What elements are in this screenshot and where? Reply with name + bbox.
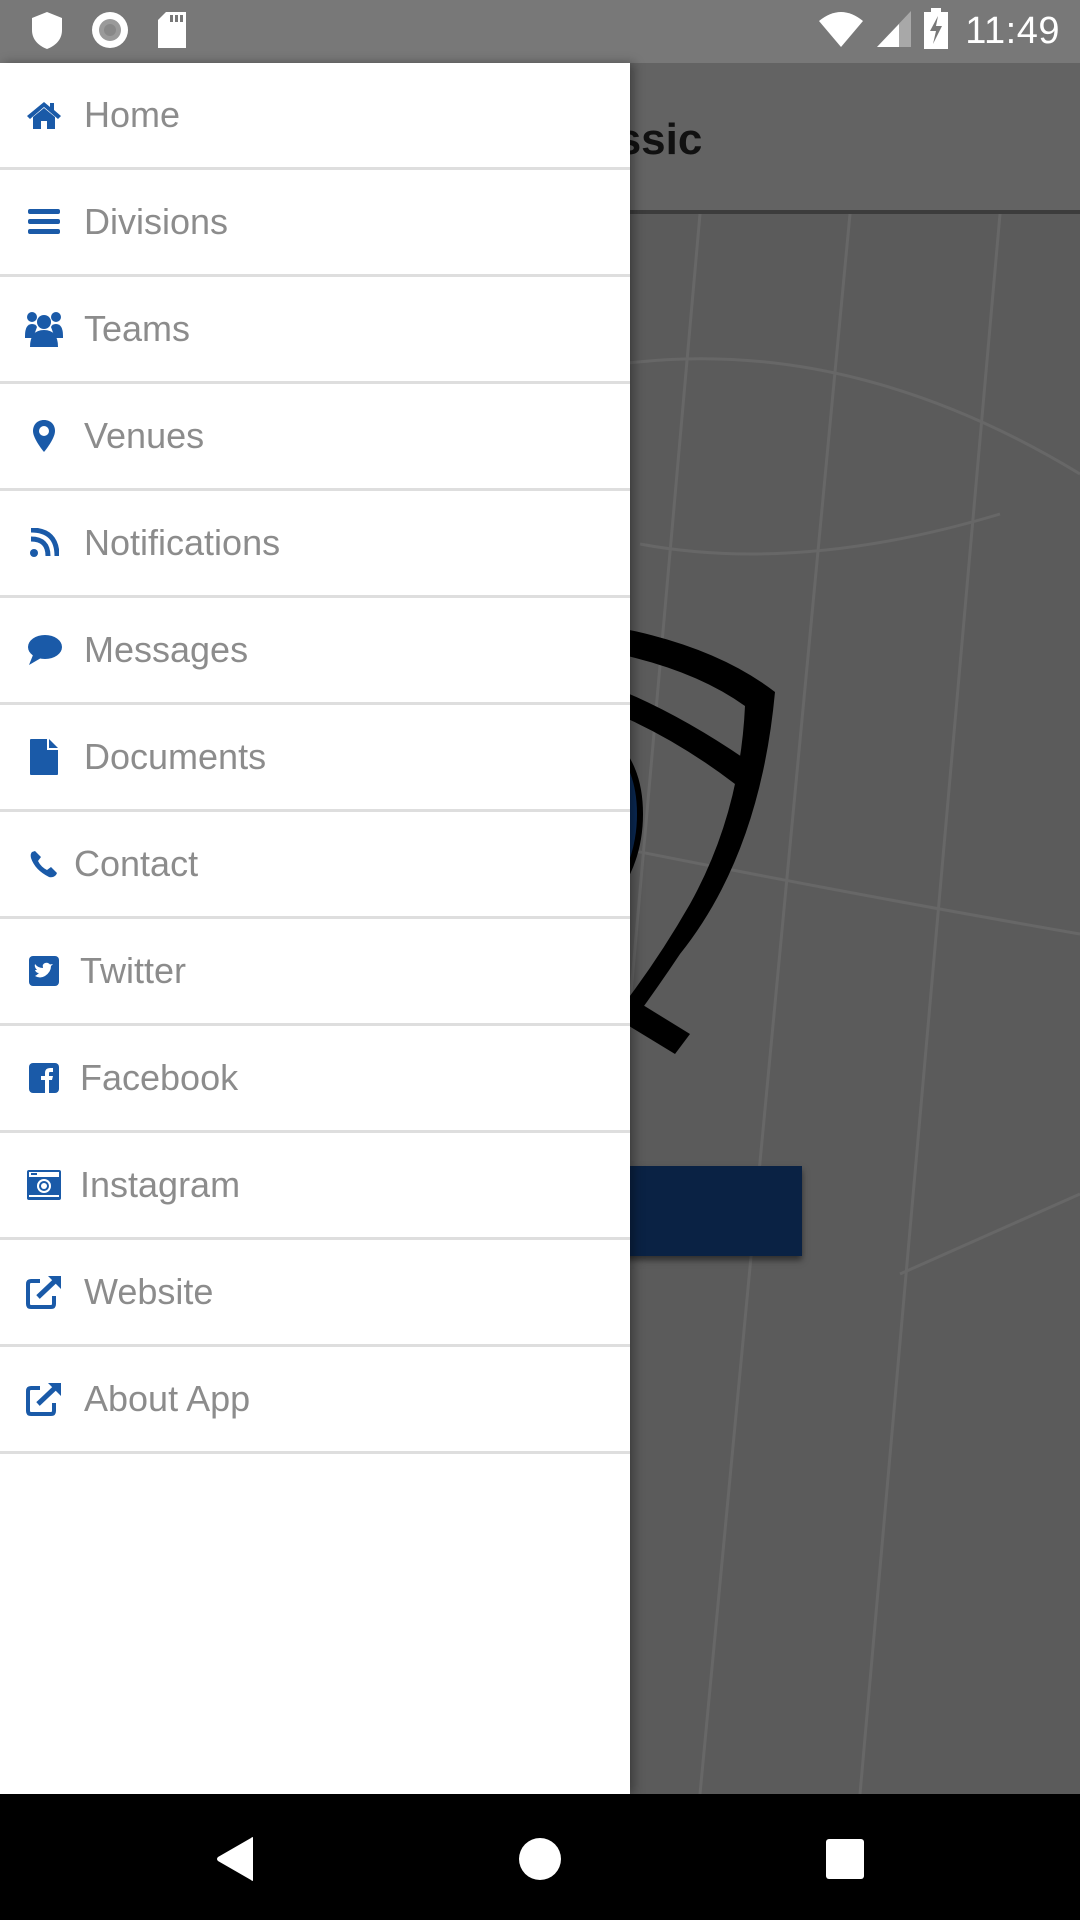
home-button[interactable] [515, 1834, 565, 1884]
drawer-item-documents[interactable]: Documents [0, 705, 630, 812]
home-icon [24, 95, 64, 135]
status-time: 11:49 [965, 9, 1060, 52]
battery-charging-icon [923, 7, 949, 55]
drawer-item-home[interactable]: Home [0, 63, 630, 170]
drawer-item-about-app[interactable]: About App [0, 1347, 630, 1454]
cellular-signal-icon [875, 9, 913, 54]
drawer-item-label: Divisions [84, 201, 229, 242]
drawer-item-label: Teams [84, 308, 191, 349]
back-icon [217, 1837, 253, 1881]
camera-icon [24, 1165, 64, 1205]
drawer-item-divisions[interactable]: Divisions [0, 170, 630, 277]
drawer-item-venues[interactable]: Venues [0, 384, 630, 491]
back-button[interactable] [210, 1834, 260, 1884]
drawer-item-contact[interactable]: Contact [0, 812, 630, 919]
drawer-item-label: Venues [84, 415, 205, 456]
drawer-item-teams[interactable]: Teams [0, 277, 630, 384]
home-circle-icon [519, 1838, 561, 1880]
drawer-menu: Home Divisions Teams Venues Notification… [0, 63, 630, 1454]
shield-icon [30, 10, 64, 55]
drawer-item-label: Website [84, 1271, 214, 1312]
drawer-item-label: Facebook [80, 1057, 239, 1098]
system-nav-bar [0, 1794, 1080, 1920]
status-bar: 11:49 [0, 0, 1080, 63]
rss-icon [24, 523, 64, 563]
comment-icon [24, 630, 64, 670]
phone-icon [24, 844, 64, 884]
drawer-item-twitter[interactable]: Twitter [0, 919, 630, 1026]
navigation-drawer: Home Divisions Teams Venues Notification… [0, 63, 630, 1794]
drawer-item-label: Twitter [80, 950, 187, 991]
drawer-item-website[interactable]: Website [0, 1240, 630, 1347]
facebook-square-icon [24, 1058, 64, 1098]
drawer-item-label: Notifications [84, 522, 281, 563]
list-icon [24, 202, 64, 242]
recents-icon [826, 1839, 864, 1879]
twitter-square-icon [24, 951, 64, 991]
external-link-icon [24, 1272, 64, 1312]
external-link-icon [24, 1379, 64, 1419]
drawer-item-label: Instagram [80, 1164, 241, 1205]
drawer-item-label: Messages [84, 629, 249, 670]
drawer-item-facebook[interactable]: Facebook [0, 1026, 630, 1133]
drawer-item-instagram[interactable]: Instagram [0, 1133, 630, 1240]
drawer-item-label: Contact [74, 843, 199, 884]
recents-button[interactable] [820, 1834, 870, 1884]
wifi-icon [817, 9, 865, 54]
map-marker-icon [24, 416, 64, 456]
drawer-item-label: Home [84, 94, 181, 135]
drawer-item-label: About App [84, 1378, 251, 1419]
drawer-item-label: Documents [84, 736, 267, 777]
drawer-item-messages[interactable]: Messages [0, 598, 630, 705]
file-icon [24, 737, 64, 777]
sd-card-icon [156, 10, 188, 55]
users-icon [24, 309, 64, 349]
record-icon [90, 10, 130, 55]
drawer-item-notifications[interactable]: Notifications [0, 491, 630, 598]
